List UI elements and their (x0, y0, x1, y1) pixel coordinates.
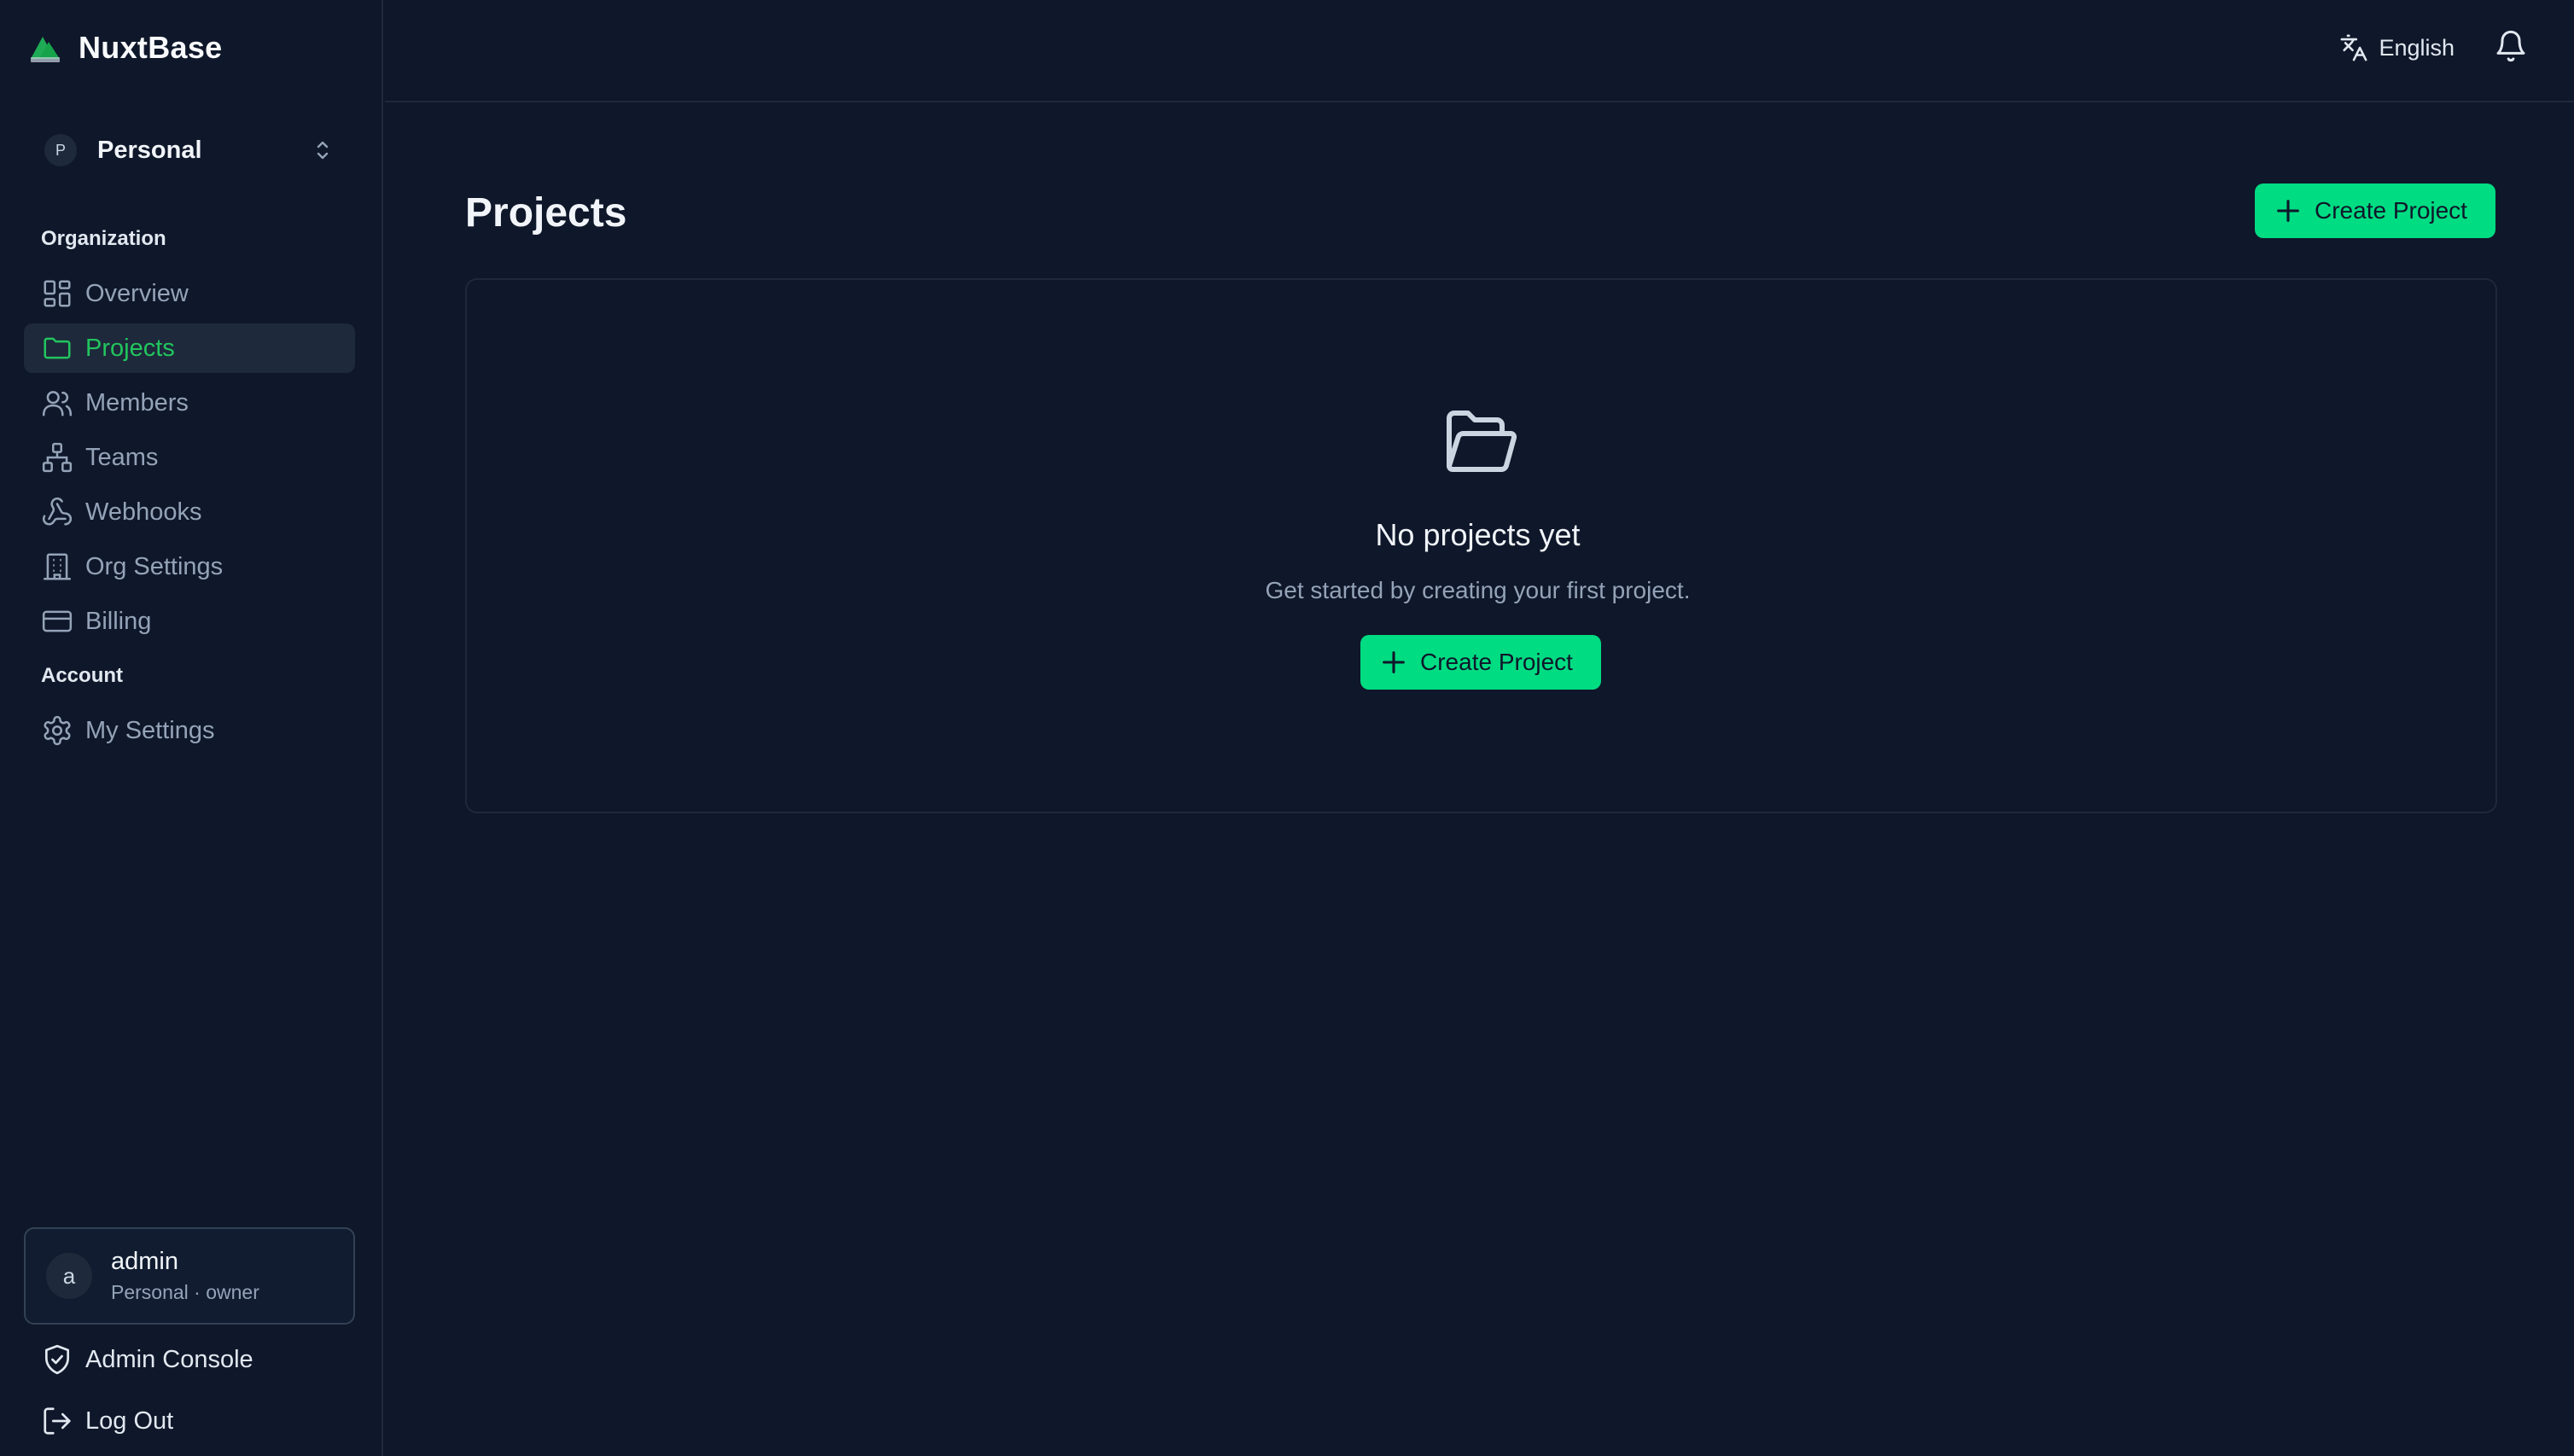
sidebar: NuxtBase P Personal Organization Overvie… (0, 0, 383, 1456)
create-project-button[interactable]: Create Project (2255, 183, 2495, 238)
sidebar-item-label: Teams (85, 443, 159, 471)
sidebar-item-label: Webhooks (85, 498, 202, 526)
app-root: NuxtBase P Personal Organization Overvie… (0, 0, 2574, 1456)
credit-card-icon (42, 610, 73, 632)
empty-state-description: Get started by creating your first proje… (1265, 577, 1691, 603)
user-info: admin Personal · owner (111, 1248, 259, 1304)
languages-icon (2340, 34, 2367, 61)
sidebar-item-label: My Settings (85, 716, 215, 744)
org-switcher[interactable]: P Personal (24, 125, 353, 176)
plus-icon (1383, 651, 1405, 673)
folder-open-icon (1447, 411, 1517, 472)
avatar: a (46, 1253, 92, 1299)
create-project-label: Create Project (2315, 197, 2467, 224)
notifications-button[interactable] (2494, 27, 2528, 65)
log-out-label: Log Out (85, 1406, 174, 1435)
webhook-icon (42, 497, 73, 526)
chevrons-up-down-icon (317, 141, 329, 160)
page-title: Projects (465, 190, 627, 236)
sidebar-item-label: Overview (85, 279, 189, 307)
sidebar-item-label: Org Settings (85, 552, 224, 580)
log-out-button[interactable]: Log Out (24, 1395, 355, 1447)
user-name: admin (111, 1248, 178, 1275)
sidebar-item-webhooks[interactable]: Webhooks (24, 487, 355, 537)
nuxtbase-logo-icon (31, 37, 60, 62)
shield-check-icon (44, 1344, 70, 1375)
network-icon (42, 442, 73, 473)
gear-icon (44, 715, 71, 746)
plus-icon (2277, 200, 2299, 222)
topbar: English (385, 0, 2574, 102)
admin-console-label: Admin Console (85, 1345, 253, 1373)
sidebar-item-projects[interactable]: Projects (24, 323, 355, 373)
user-menu[interactable]: a admin Personal · owner (24, 1227, 355, 1325)
sidebar-item-overview[interactable]: Overview (24, 269, 355, 318)
log-out-icon (44, 1407, 71, 1435)
empty-create-project-button[interactable]: Create Project (1360, 635, 1601, 690)
create-project-label: Create Project (1420, 649, 1573, 675)
language-switcher[interactable]: English (2339, 29, 2455, 67)
user-role: Personal · owner (111, 1281, 259, 1303)
sidebar-item-members[interactable]: Members (24, 378, 355, 428)
section-label-organization: Organization (41, 227, 166, 250)
sidebar-item-label: Billing (85, 607, 152, 635)
section-label-account: Account (41, 664, 123, 687)
language-label: English (2379, 34, 2455, 61)
admin-console-link[interactable]: Admin Console (24, 1334, 355, 1385)
building-icon (44, 553, 71, 580)
sidebar-item-label: Members (85, 388, 189, 416)
users-icon (42, 391, 73, 416)
sidebar-item-org-settings[interactable]: Org Settings (24, 542, 355, 591)
sidebar-item-label: Projects (85, 334, 175, 362)
layout-grid-icon (44, 280, 71, 307)
bell-icon (2496, 30, 2525, 62)
app-name: NuxtBase (79, 30, 223, 65)
org-name: Personal (97, 136, 202, 164)
org-avatar: P (44, 134, 77, 166)
empty-state-title: No projects yet (1375, 517, 1581, 552)
brand[interactable]: NuxtBase (26, 26, 222, 70)
sidebar-item-teams[interactable]: Teams (24, 433, 355, 482)
folder-icon (44, 337, 71, 359)
sidebar-item-my-settings[interactable]: My Settings (24, 706, 355, 755)
sidebar-item-billing[interactable]: Billing (24, 597, 355, 646)
